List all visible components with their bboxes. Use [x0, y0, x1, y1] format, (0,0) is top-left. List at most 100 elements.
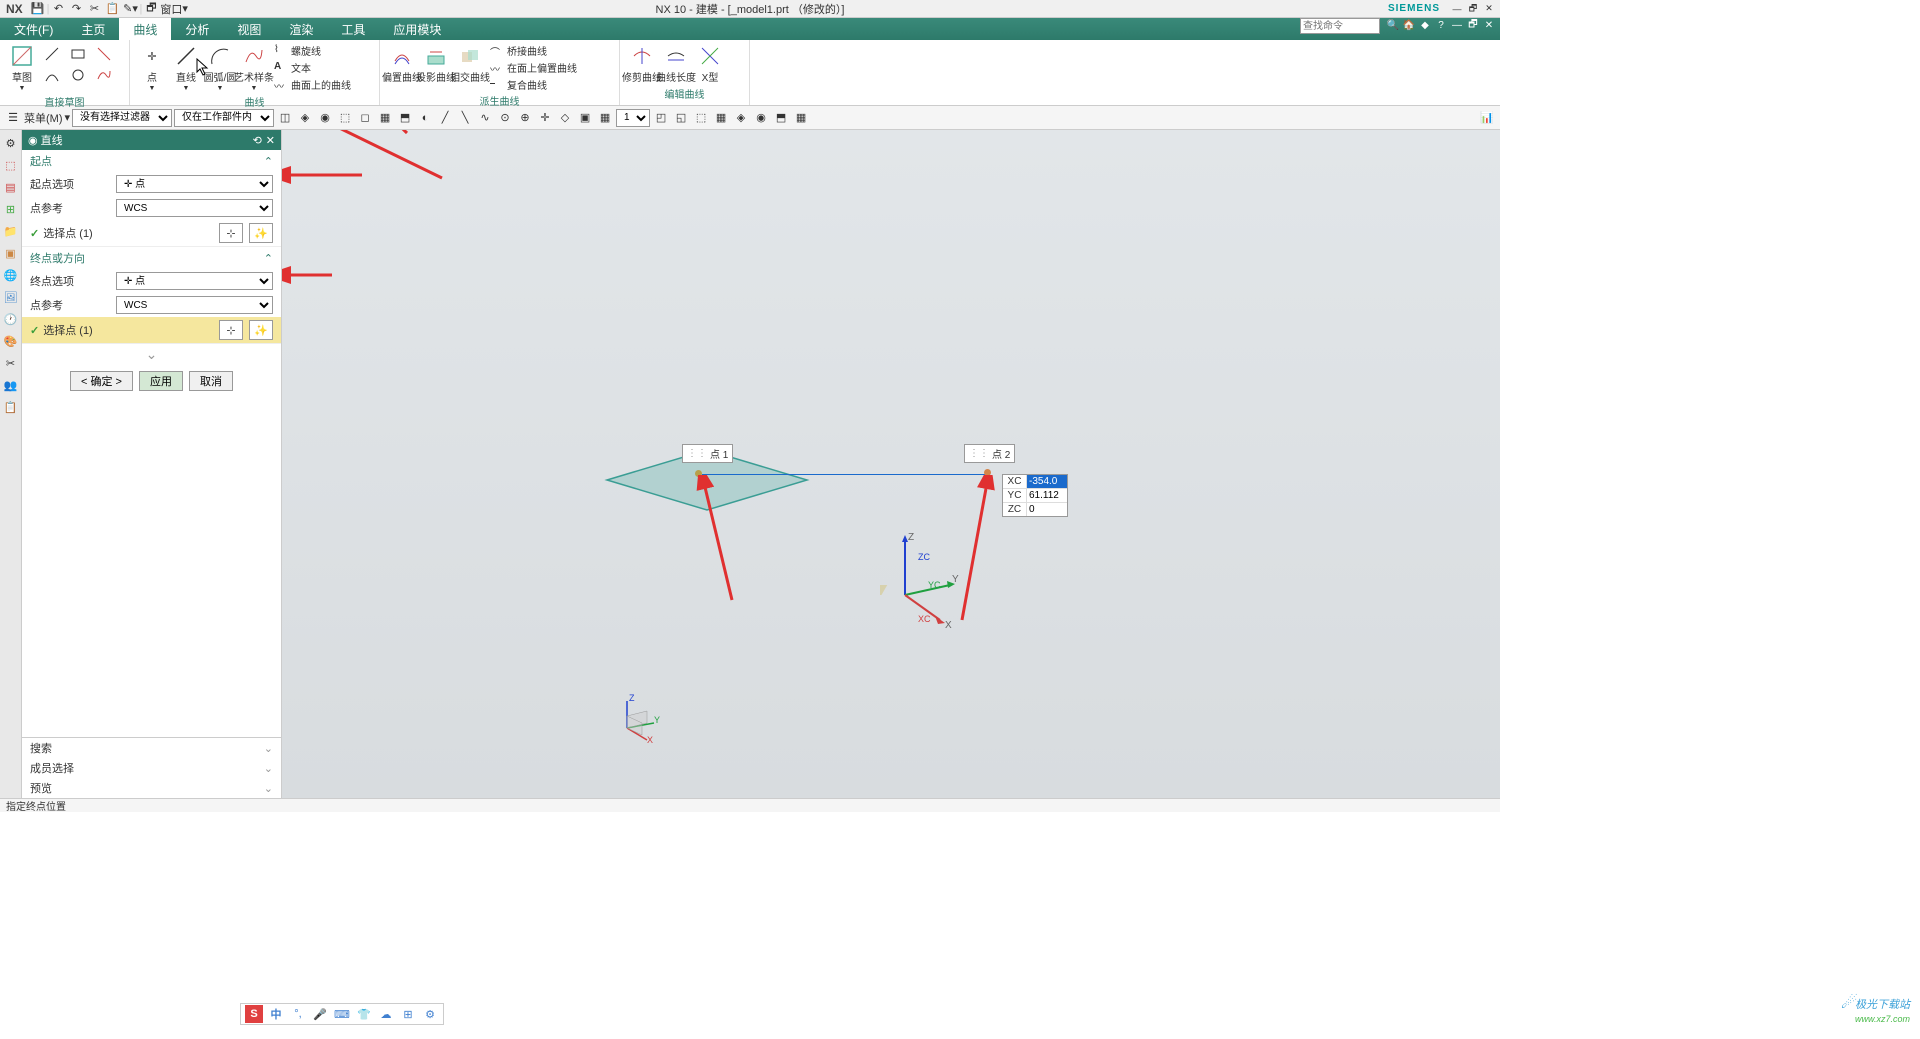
close-doc-icon[interactable]: ✕ — [1482, 18, 1496, 32]
close-icon[interactable]: ✕ — [1482, 2, 1496, 16]
tb-icon-11[interactable]: ∿ — [476, 109, 494, 127]
menu-render[interactable]: 渲染 — [275, 18, 327, 40]
edit-icon[interactable]: ✎▾ — [123, 1, 139, 17]
preview-section[interactable]: 预览⌄ — [22, 778, 281, 798]
tb-icon-14[interactable]: ✛ — [536, 109, 554, 127]
clipboard-icon[interactable]: 📋 — [2, 398, 20, 416]
curve-on-surface-item[interactable]: 〰曲面上的曲线 — [272, 76, 353, 93]
menu-analysis[interactable]: 分析 — [171, 18, 223, 40]
reuse-icon[interactable]: 📁 — [2, 222, 20, 240]
minimize-icon[interactable]: — — [1450, 2, 1464, 16]
tb-icon-23[interactable]: ◉ — [752, 109, 770, 127]
copy-icon[interactable]: 📋 — [105, 1, 121, 17]
help-icon[interactable]: ? — [1434, 18, 1448, 32]
yc-input[interactable] — [1027, 489, 1067, 502]
arc-small-icon[interactable] — [40, 65, 64, 85]
menu-file[interactable]: 文件(F) — [0, 18, 67, 40]
undo-icon[interactable]: ↶ — [51, 1, 67, 17]
tb-chart-icon[interactable]: 📊 — [1478, 109, 1496, 127]
trim-curve-button[interactable]: 修剪曲线 — [626, 42, 658, 86]
point-2-marker[interactable] — [984, 469, 991, 476]
spline-small-icon[interactable] — [92, 65, 116, 85]
tb-icon-19[interactable]: ◱ — [672, 109, 690, 127]
tb-icon-10[interactable]: ╲ — [456, 109, 474, 127]
menu-tools[interactable]: 工具 — [327, 18, 379, 40]
history-icon[interactable]: 🕐 — [2, 310, 20, 328]
bridge-curve-item[interactable]: ⌒桥接曲线 — [488, 42, 579, 59]
tb-icon-12[interactable]: ⊙ — [496, 109, 514, 127]
constraint-icon[interactable]: ⊞ — [2, 200, 20, 218]
wand-button[interactable]: ✨ — [249, 223, 273, 243]
menu-icon[interactable]: ☰ — [4, 109, 22, 127]
ok-button[interactable]: < 确定 > — [70, 371, 133, 391]
section-end[interactable]: 终点或方向 ⌃ — [22, 247, 281, 269]
menu-view[interactable]: 视图 — [223, 18, 275, 40]
member-select-section[interactable]: 成员选择⌄ — [22, 758, 281, 778]
max-doc-icon[interactable]: 🗗 — [1466, 18, 1480, 32]
ime-person-icon[interactable]: 👕 — [355, 1005, 373, 1023]
xc-input[interactable] — [1027, 475, 1067, 488]
ime-s-icon[interactable]: S — [245, 1005, 263, 1023]
command-search-input[interactable] — [1300, 18, 1380, 34]
offset-curve-button[interactable]: 偏置曲线 — [386, 42, 418, 93]
point-2-badge[interactable]: ⋮⋮点 2 — [964, 444, 1015, 463]
scope-combo[interactable]: 仅在工作部件内 — [174, 109, 274, 127]
xform-button[interactable]: X型 — [694, 42, 726, 86]
search-icon[interactable]: 🔍 — [1386, 18, 1400, 32]
palette-icon[interactable]: 🎨 — [2, 332, 20, 350]
ime-toolbar[interactable]: S 中 °, 🎤 ⌨ 👕 ☁ ⊞ ⚙ — [240, 1003, 444, 1025]
circle-small-icon[interactable] — [66, 65, 90, 85]
section-start[interactable]: 起点 ⌃ — [22, 150, 281, 172]
point-dialog-button[interactable]: ⊹ — [219, 223, 243, 243]
ime-keyboard-icon[interactable]: ⌨ — [333, 1005, 351, 1023]
csys-triad[interactable]: Z ZC Y YC X XC — [880, 530, 960, 630]
dialog-close-icon[interactable]: ✕ — [266, 134, 275, 147]
ime-gear-icon[interactable]: ⚙ — [421, 1005, 439, 1023]
curve-length-button[interactable]: 曲线长度 — [660, 42, 692, 86]
end-option-select[interactable]: ✛ 点 — [116, 272, 273, 290]
offset-on-face-item[interactable]: 〰在面上偏置曲线 — [488, 59, 579, 76]
tb-icon-20[interactable]: ⬚ — [692, 109, 710, 127]
intersect-curve-button[interactable]: 相交曲线 — [454, 42, 486, 93]
image-icon[interactable]: 🖼 — [2, 288, 20, 306]
tb-icon-24[interactable]: ⬒ — [772, 109, 790, 127]
cancel-button[interactable]: 取消 — [189, 371, 233, 391]
knife-icon[interactable]: ✂ — [2, 354, 20, 372]
tb-icon-6[interactable]: ▦ — [376, 109, 394, 127]
tb-icon-15[interactable]: ◇ — [556, 109, 574, 127]
ime-cloud-icon[interactable]: ☁ — [377, 1005, 395, 1023]
rect-small-icon[interactable] — [66, 44, 90, 64]
point-dialog-button-2[interactable]: ⊹ — [219, 320, 243, 340]
point-1-badge[interactable]: ⋮⋮点 1 — [682, 444, 733, 463]
ime-punct-icon[interactable]: °, — [289, 1005, 307, 1023]
tb-icon-3[interactable]: ◉ — [316, 109, 334, 127]
start-option-select[interactable]: ✛ 点 — [116, 175, 273, 193]
min-doc-icon[interactable]: — — [1450, 18, 1464, 32]
options-icon[interactable]: ◆ — [1418, 18, 1432, 32]
tb-icon-4[interactable]: ⬚ — [336, 109, 354, 127]
num-combo[interactable]: 1 — [616, 109, 650, 127]
tb-icon-7[interactable]: ⬒ — [396, 109, 414, 127]
nav-icon[interactable]: ⬚ — [2, 156, 20, 174]
ime-zh-icon[interactable]: 中 — [267, 1005, 285, 1023]
wand-button-2[interactable]: ✨ — [249, 320, 273, 340]
diag-small-icon[interactable] — [92, 44, 116, 64]
spline-button[interactable]: 艺术样条▼ — [238, 42, 270, 94]
hd3d-icon[interactable]: ▣ — [2, 244, 20, 262]
zc-input[interactable] — [1027, 503, 1067, 516]
tb-icon-5[interactable]: ◻ — [356, 109, 374, 127]
ime-grid-icon[interactable]: ⊞ — [399, 1005, 417, 1023]
menu-curve[interactable]: 曲线 — [119, 18, 171, 40]
project-curve-button[interactable]: 投影曲线 — [420, 42, 452, 93]
tb-icon-17[interactable]: ▦ — [596, 109, 614, 127]
window-menu[interactable]: 窗口 — [160, 1, 182, 17]
save-icon[interactable]: 💾 — [30, 1, 46, 17]
tb-icon-8[interactable]: ◐ — [416, 109, 434, 127]
dialog-header[interactable]: ◉ 直线 ⟲ ✕ — [22, 130, 281, 150]
line-small-icon[interactable] — [40, 44, 64, 64]
point-1-marker[interactable] — [695, 470, 702, 477]
browser-icon[interactable]: 🌐 — [2, 266, 20, 284]
end-ref-select[interactable]: WCS — [116, 296, 273, 314]
apply-button[interactable]: 应用 — [139, 371, 183, 391]
tb-icon-18[interactable]: ◰ — [652, 109, 670, 127]
